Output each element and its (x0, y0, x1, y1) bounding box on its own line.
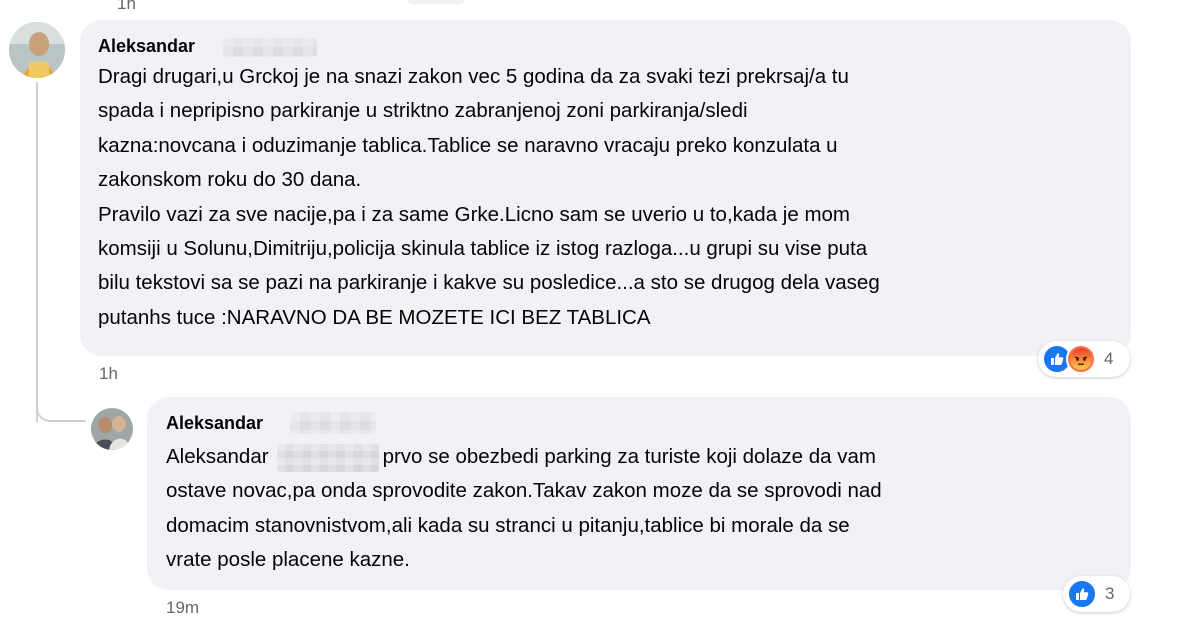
reaction-summary[interactable]: 4 (1038, 341, 1130, 377)
reply-timestamp[interactable]: 19m (166, 598, 199, 618)
comment-text: Dragi drugari,u Grckoj je na snazi zakon… (98, 60, 880, 335)
redacted-surname (223, 38, 317, 57)
reaction-summary[interactable]: 3 (1063, 576, 1130, 612)
avatar-photo (91, 408, 133, 450)
comment-timestamp[interactable]: 1h (99, 364, 118, 384)
reaction-count: 4 (1104, 349, 1114, 368)
redacted-mention (276, 443, 379, 472)
previous-comment-time[interactable]: 1h (117, 0, 136, 14)
avatar[interactable] (91, 408, 133, 450)
thread-line (36, 82, 38, 422)
comment-line: Dragi drugari,u Grckoj je na snazi zakon… (98, 65, 849, 88)
avatar[interactable] (9, 22, 65, 78)
avatar-photo (9, 22, 65, 78)
redacted-surname (290, 412, 376, 434)
comment-line: spada i nepripisno parkiranje u striktno… (98, 99, 748, 123)
reply-author[interactable]: Aleksandar (166, 413, 263, 434)
angry-icon (1066, 344, 1096, 374)
reaction-count: 3 (1105, 584, 1115, 603)
like-icon (1067, 579, 1097, 609)
comment-line: zakonskom roku do 30 dana. (98, 168, 362, 192)
comment-line: Pravilo vazi za sve nacije,pa i za same … (98, 202, 850, 226)
previous-reactions-remnant (405, 0, 467, 4)
comment-line: komsiji u Solunu,Dimitriju,policija skin… (98, 237, 868, 261)
reply-line: domacim stanovnistvom,ali kada su stranc… (166, 513, 850, 537)
comment-author[interactable]: Aleksandar (98, 36, 195, 57)
reply-line: prvo se obezbedi parking za turiste koji… (382, 445, 876, 468)
comment-line: bilu tekstovi sa se pazi na parkiranje i… (98, 271, 880, 295)
reply-line: vrate posle placene kazne. (166, 548, 410, 572)
thread-connector (36, 380, 86, 422)
reply-text: Aleksandar prvo se obezbedi parking za tu… (166, 440, 882, 578)
reply-first-line: Aleksandar prvo se obezbedi parking za tu… (166, 440, 882, 474)
comment-line: kazna:novcana i oduzimanje tablica.Tabli… (98, 133, 838, 157)
comment-line: putanhs tuce :NARAVNO DA BE MOZETE ICI B… (98, 305, 651, 329)
reply-line: ostave novac,pa onda sprovodite zakon.Ta… (166, 479, 882, 503)
mention-link[interactable]: Aleksandar (166, 445, 269, 468)
